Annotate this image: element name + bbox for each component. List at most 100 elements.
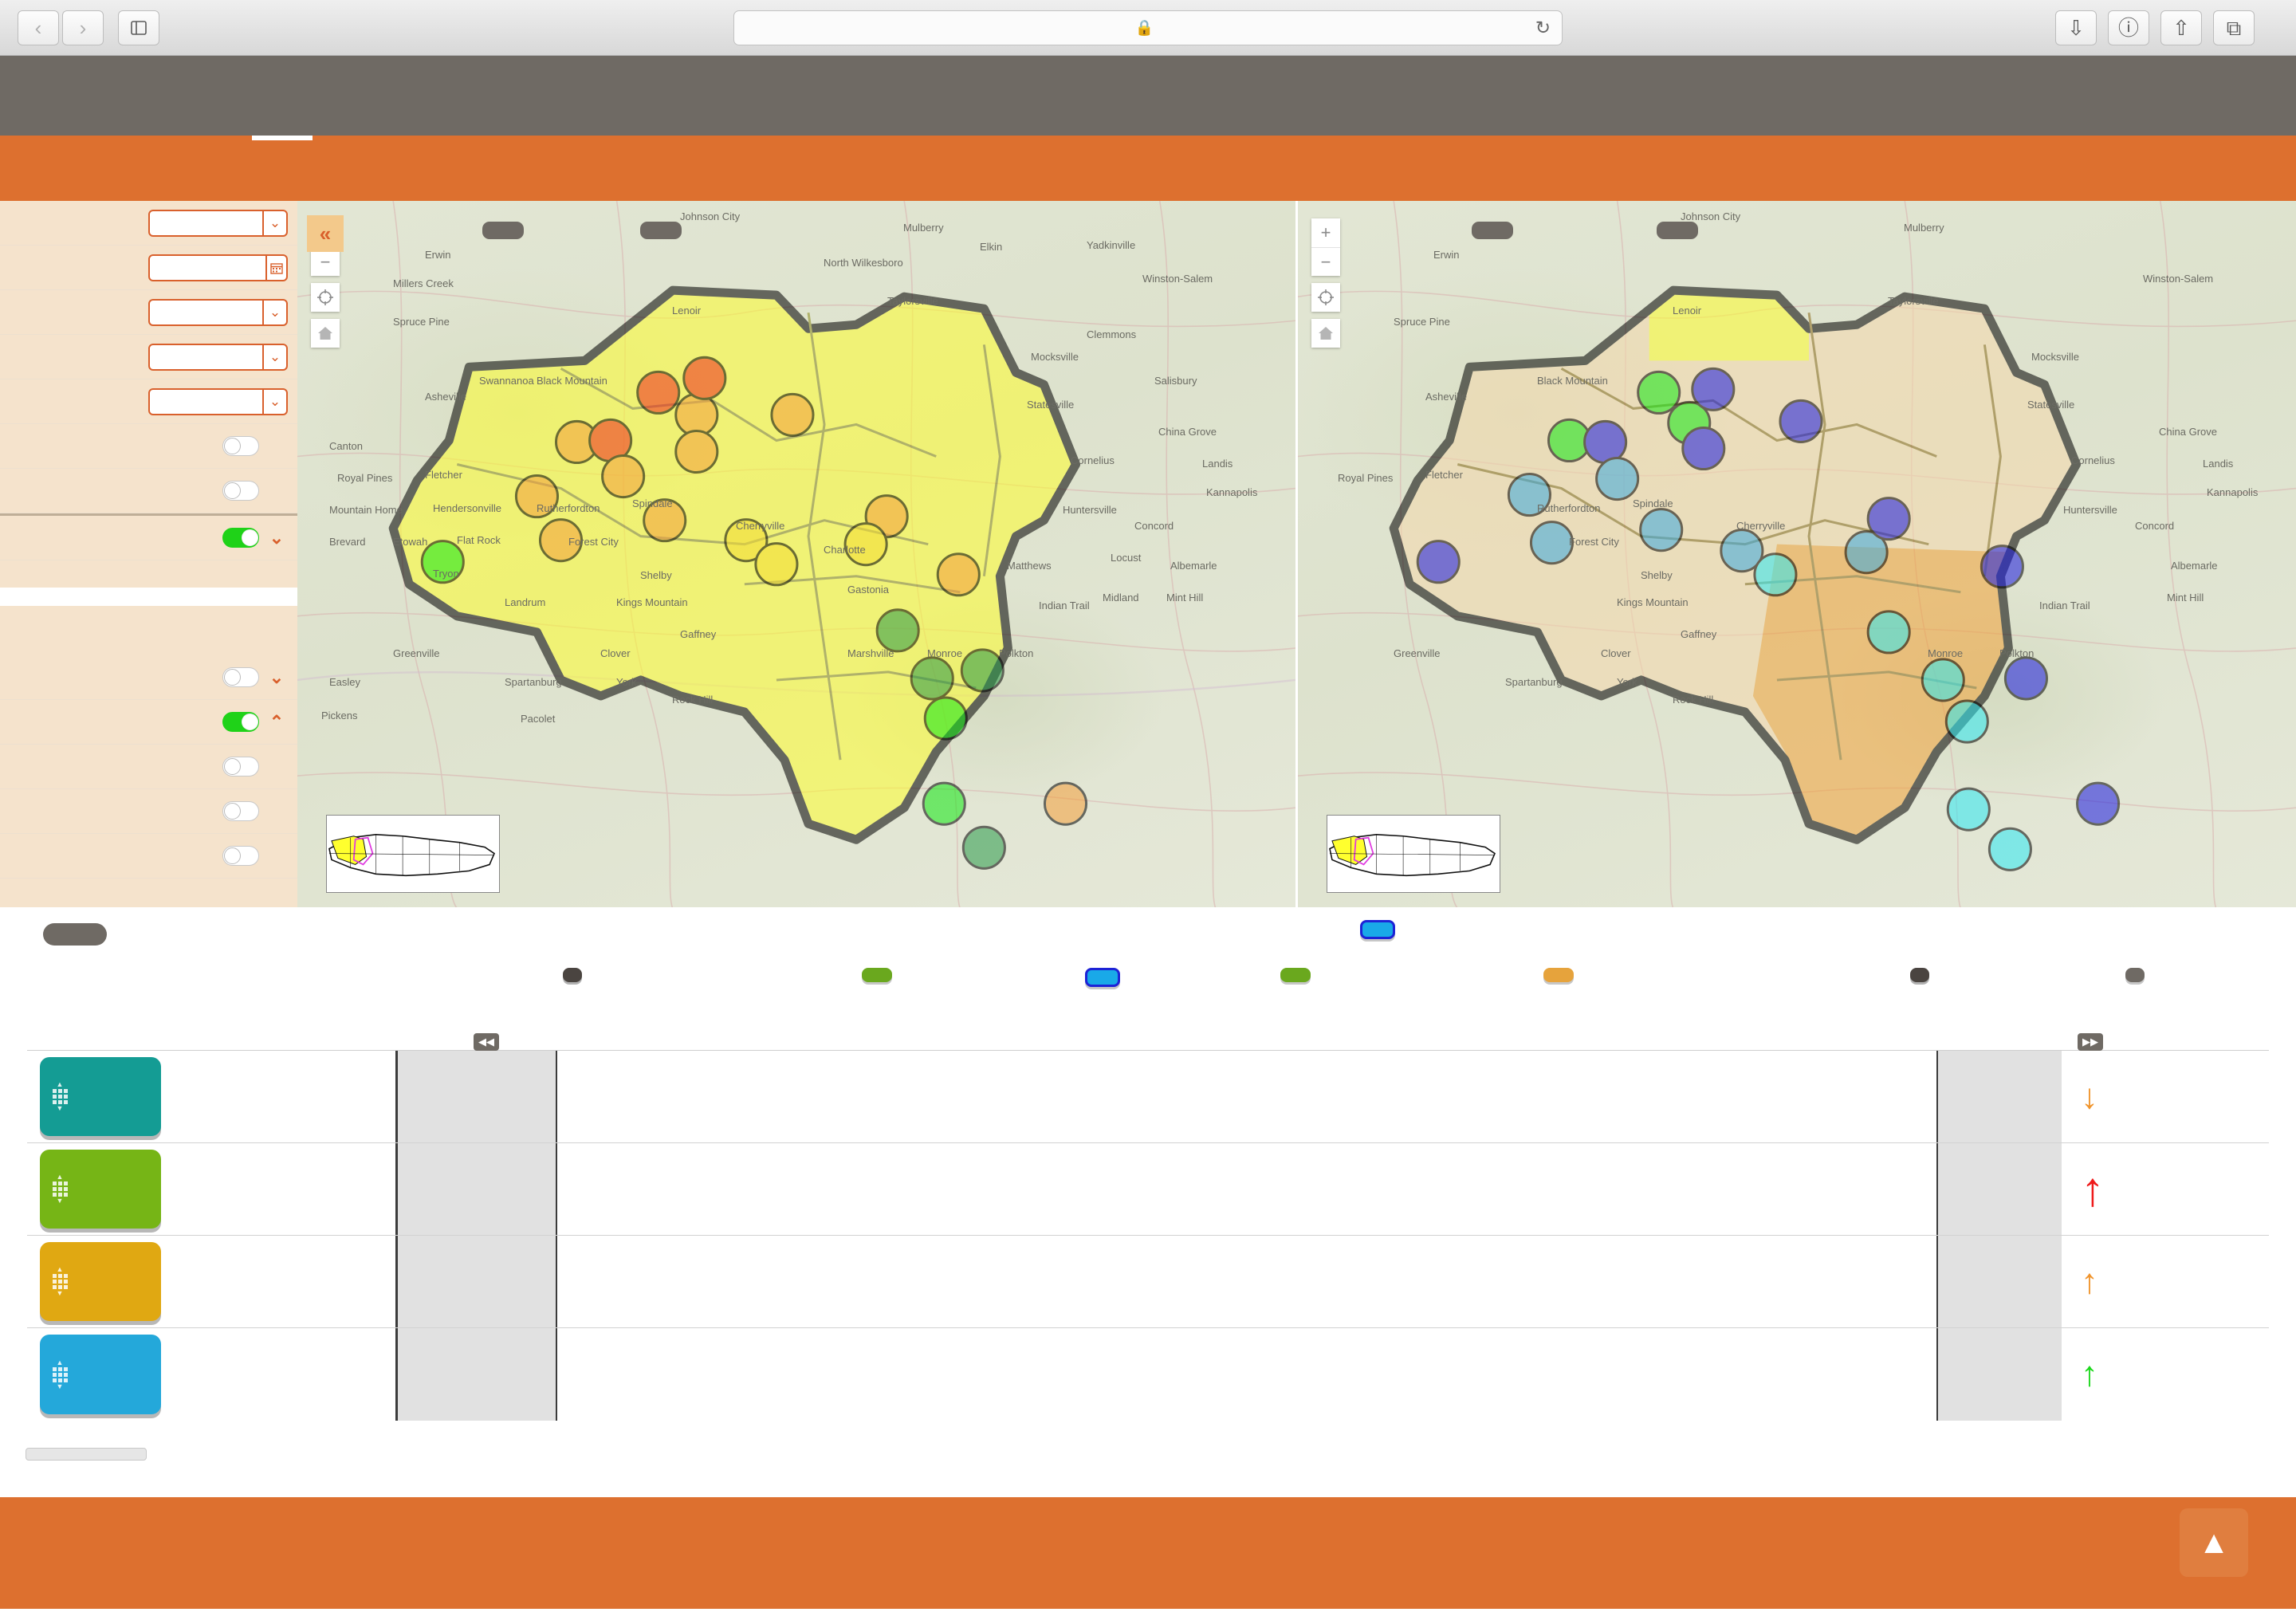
plot-streamflow[interactable] (395, 1051, 2062, 1142)
calendar-icon[interactable] (265, 255, 286, 280)
chevron-up-icon[interactable]: ⌃ (265, 712, 288, 733)
chevron-down-icon: ⌄ (262, 389, 286, 414)
map-place-label: Rutherfordton (537, 502, 600, 514)
scroll-right-icon[interactable]: ▶▶ (2078, 1033, 2103, 1051)
map-left-locate-group (311, 283, 340, 312)
tab-single-map-view[interactable] (191, 136, 252, 201)
chevron-down-icon: ⌄ (262, 300, 286, 324)
control-river-basins[interactable]: ⌄ (0, 379, 297, 424)
basemap-select[interactable]: ⌄ (148, 209, 288, 237)
track-button-precipitation[interactable]: ▲ ▼ (40, 1335, 161, 1414)
control-basemap[interactable]: ⌄ (0, 201, 297, 246)
annotation-lowest-temperature[interactable] (862, 968, 892, 982)
track-button-temperature[interactable]: ▲ ▼ (40, 1150, 161, 1229)
map-place-label: Tryon (433, 568, 459, 580)
reload-icon[interactable]: ↻ (1535, 17, 1551, 38)
locate-icon[interactable] (1311, 283, 1340, 312)
control-state[interactable]: ⌄ (0, 290, 297, 335)
annotation-lowest-precipitation[interactable] (1360, 920, 1395, 939)
state-select[interactable]: ⌄ (148, 298, 288, 326)
map-right[interactable]: Johnson City Mulberry Spruce Pine Lenoir… (1295, 201, 2296, 907)
control-soil-moisture[interactable]: ⌄ (0, 834, 297, 879)
tabs-icon[interactable]: ⧉ (2213, 10, 2255, 45)
track-button-streamflow[interactable]: ▲ ▼ (40, 1057, 161, 1136)
timeline-axis[interactable] (502, 1421, 2062, 1456)
control-streamflow[interactable]: ⌄ (0, 655, 297, 700)
home-icon[interactable] (1311, 319, 1340, 348)
annotation-highest-drought[interactable] (1543, 968, 1574, 982)
map-place-label: Mint Hill (1166, 592, 1204, 604)
tab-split-map-view[interactable] (252, 136, 313, 201)
map-place-label: Huntersville (2063, 504, 2117, 516)
map-place-label: Elkin (980, 241, 1003, 253)
precipitation-toggle[interactable] (222, 528, 259, 548)
info-icon[interactable]: ⓘ (2108, 10, 2149, 45)
track-button-drought[interactable]: ▲ ▼ (40, 1242, 161, 1321)
zoom-out-icon[interactable]: − (1311, 247, 1340, 276)
scroll-left-icon[interactable]: ◀◀ (474, 1033, 499, 1051)
download-icon[interactable]: ⇩ (2055, 10, 2097, 45)
date-range-input[interactable] (148, 254, 288, 281)
share-icon[interactable]: ⇧ (2160, 10, 2202, 45)
map-right-locate-group (1311, 283, 1340, 312)
county-select[interactable]: ⌄ (148, 343, 288, 371)
drag-handle-icon[interactable]: ▲ ▼ (48, 1266, 72, 1297)
track-temperature: ▲ ▼ ↑ (27, 1143, 2269, 1236)
date-marker-end[interactable] (1910, 968, 1929, 982)
browser-right-icons: ⇩ ⓘ ⇧ ⧉ (2055, 10, 2278, 45)
chevron-down-icon[interactable]: ⌄ (265, 667, 288, 688)
plot-temperature[interactable] (395, 1143, 2062, 1235)
plot-drought[interactable] (395, 1236, 2062, 1327)
control-temperature[interactable]: ⌄ (0, 745, 297, 789)
drag-handle-icon[interactable]: ▲ ▼ (48, 1081, 72, 1112)
control-precipitation[interactable]: ⌄ (0, 516, 297, 560)
chevron-down-icon[interactable]: ⌄ (265, 528, 288, 548)
map-place-label: Salisbury (1154, 375, 1197, 387)
drought-toggle[interactable] (222, 712, 259, 732)
add-more-data-button[interactable] (26, 1448, 147, 1461)
temperature-toggle[interactable] (222, 757, 259, 777)
reservoirs-toggle[interactable] (222, 436, 259, 456)
map-left[interactable]: Johnson City Mulberry North Wilkesboro E… (297, 201, 1295, 907)
map-place-label: Landis (2203, 458, 2234, 470)
track-streamflow: ▲ ▼ ↓ (27, 1051, 2269, 1143)
overview-button[interactable] (2125, 968, 2145, 982)
annotation-highest-precipitation[interactable] (1085, 968, 1120, 987)
streamflow-toggle[interactable] (222, 667, 259, 687)
home-icon[interactable] (311, 319, 340, 348)
tab-transition-map-view[interactable] (313, 136, 373, 201)
caret-down-icon: ▼ (56, 1104, 64, 1112)
control-dams[interactable]: ⌄ (0, 469, 297, 513)
back-button[interactable]: ‹ (18, 10, 59, 45)
tab-river-map-view[interactable] (373, 136, 434, 201)
map-place-label: Pickens (321, 710, 358, 721)
grip-dots (52, 1274, 68, 1289)
zoom-in-icon[interactable]: + (1311, 218, 1340, 247)
map-right-basin-pill (1657, 222, 1698, 239)
grip-dots (52, 1089, 68, 1104)
drag-handle-icon[interactable]: ▲ ▼ (48, 1358, 72, 1390)
date-marker-start[interactable] (563, 968, 582, 982)
dams-toggle[interactable] (222, 481, 259, 501)
plot-start-line (556, 1143, 558, 1235)
map-place-label: Mocksville (1031, 351, 1079, 363)
map-place-label: Kings Mountain (616, 596, 688, 608)
map-place-label: Polkton (1999, 647, 2035, 659)
forward-button[interactable]: › (62, 10, 104, 45)
url-bar[interactable]: 🔒 ↻ (733, 10, 1563, 45)
groundwater-toggle[interactable] (222, 801, 259, 821)
locate-icon[interactable] (311, 283, 340, 312)
control-groundwater[interactable]: ⌄ (0, 789, 297, 834)
river-basin-select[interactable]: ⌄ (148, 387, 288, 415)
control-drought[interactable]: ⌃ (0, 700, 297, 745)
sidebar-toggle-icon[interactable] (118, 10, 159, 45)
control-reservoirs[interactable]: ⌄ (0, 424, 297, 469)
drag-handle-icon[interactable]: ▲ ▼ (48, 1174, 72, 1205)
axis-day-labels (502, 1424, 2062, 1440)
control-county[interactable]: ⌄ (0, 335, 297, 379)
control-dates[interactable] (0, 246, 297, 290)
collapse-sidebar-button[interactable]: « (307, 215, 344, 252)
soil-moisture-toggle[interactable] (222, 846, 259, 866)
scroll-to-top-button[interactable]: ▲ (2180, 1508, 2248, 1577)
annotation-highest-temperature[interactable] (1280, 968, 1311, 982)
